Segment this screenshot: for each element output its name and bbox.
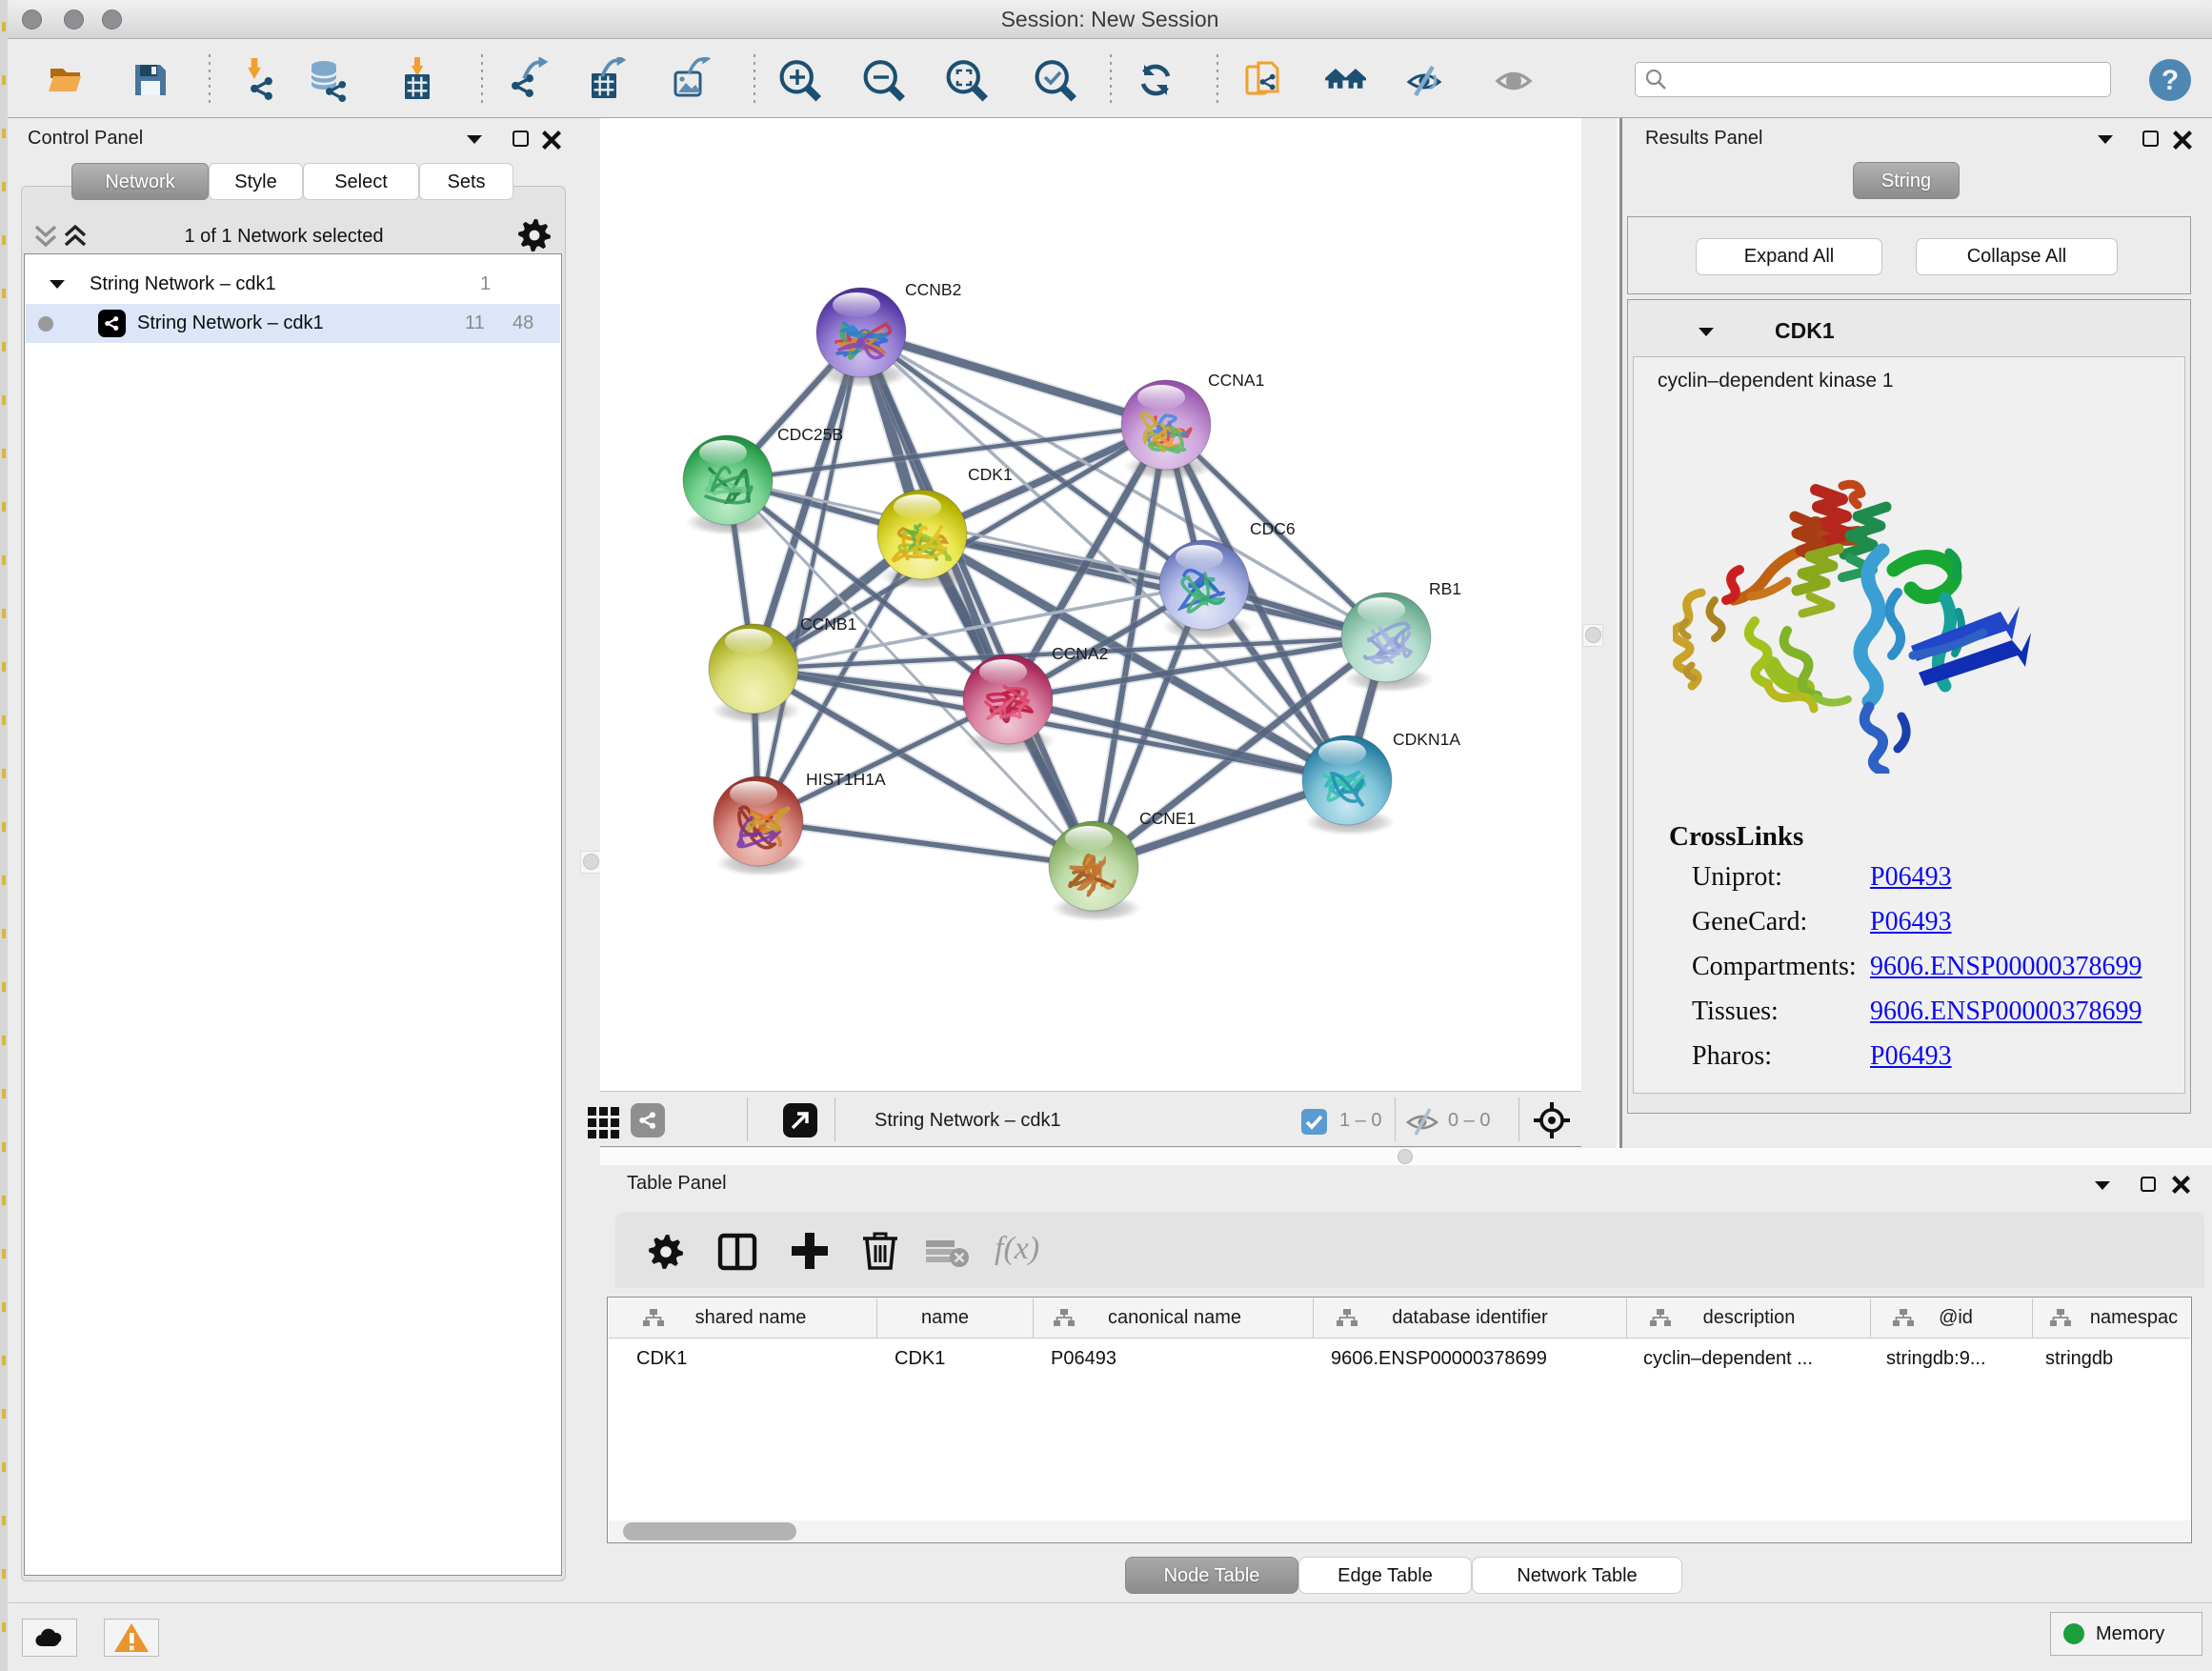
svg-text:CDC25B: CDC25B xyxy=(777,425,843,444)
svg-text:CCNE1: CCNE1 xyxy=(1139,809,1196,828)
svg-text:CCNA1: CCNA1 xyxy=(1208,371,1264,390)
svg-text:HIST1H1A: HIST1H1A xyxy=(806,770,886,789)
svg-text:CDKN1A: CDKN1A xyxy=(1393,730,1460,749)
svg-text:CCNB1: CCNB1 xyxy=(800,614,856,634)
svg-text:CCNB2: CCNB2 xyxy=(905,280,961,299)
svg-text:CDC6: CDC6 xyxy=(1250,519,1296,538)
svg-text:RB1: RB1 xyxy=(1429,579,1461,598)
svg-text:CDK1: CDK1 xyxy=(968,465,1013,484)
svg-text:?: ? xyxy=(2162,65,2179,96)
svg-text:CCNA2: CCNA2 xyxy=(1052,644,1108,663)
